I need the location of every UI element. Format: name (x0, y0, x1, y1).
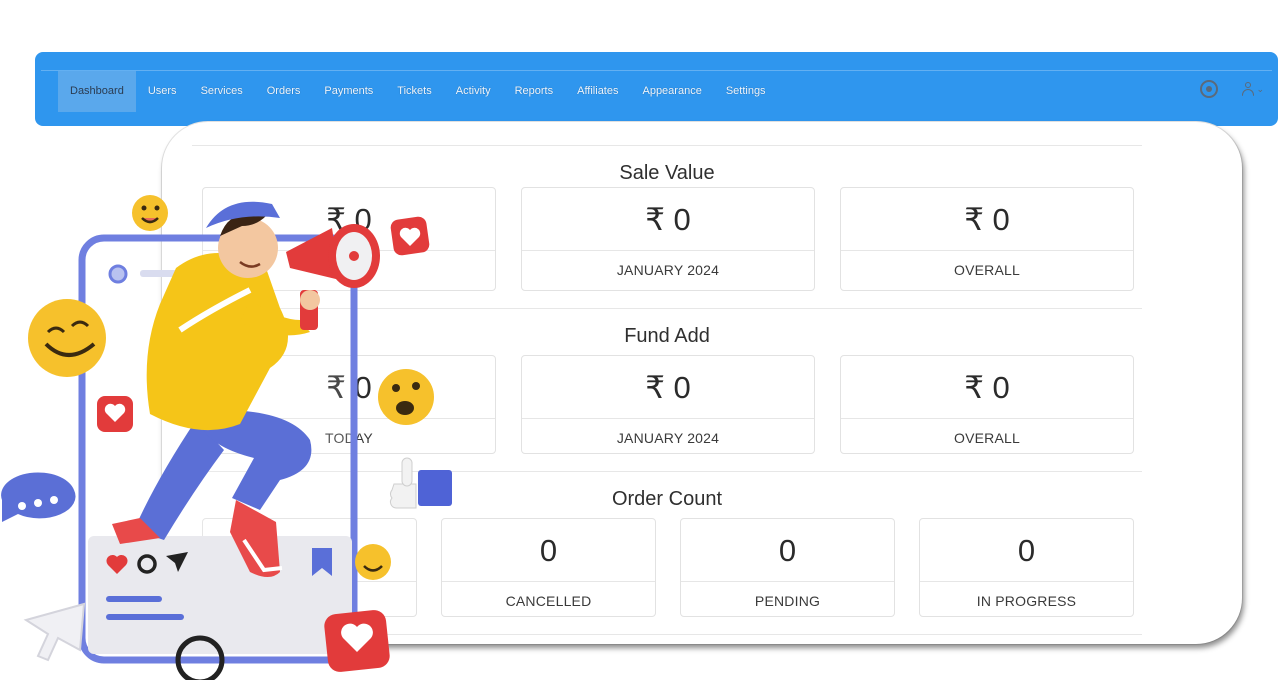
fund-add-title: Fund Add (624, 325, 710, 347)
nav-item-affiliates[interactable]: Affiliates (565, 71, 630, 112)
user-menu-button[interactable]: ⌄ (1242, 82, 1264, 96)
fund-overall-box: ₹ 0 OVERALL (840, 355, 1134, 454)
stat-value: ₹ 0 (964, 202, 1010, 237)
laughing-emoji-icon (28, 299, 106, 377)
orders-cancelled-box: 0 CANCELLED (441, 518, 656, 617)
divider (192, 471, 1142, 472)
nav-item-appearance[interactable]: Appearance (630, 71, 713, 112)
nav-item-orders[interactable]: Orders (255, 71, 313, 112)
nav-item-tickets[interactable]: Tickets (385, 71, 443, 112)
stat-label: TODAY (325, 262, 373, 278)
nav-menu: Dashboard Users Services Orders Payments… (58, 71, 778, 112)
chat-bubble-icon (1, 472, 76, 522)
nav-right-controls: ⌄ (1200, 80, 1264, 98)
orders-completed-box: 0 COMPLETED (202, 518, 417, 617)
stat-label: JANUARY 2024 (616, 430, 720, 446)
nav-item-reports[interactable]: Reports (503, 71, 566, 112)
divider (192, 145, 1142, 146)
stat-value: 0 (778, 533, 797, 568)
sale-today-box: ₹ 0 TODAY (202, 187, 496, 291)
stat-value: 0 (1017, 533, 1036, 568)
stat-label: TODAY (325, 430, 373, 446)
sale-overall-box: ₹ 0 OVERALL (840, 187, 1134, 291)
stat-value: ₹ 0 (645, 370, 691, 405)
divider (192, 634, 1142, 635)
stat-label: IN PROGRESS (976, 593, 1077, 609)
magnifier-icon (175, 635, 225, 680)
stat-label: JANUARY 2024 (616, 262, 720, 278)
user-icon (1242, 82, 1255, 96)
nav-item-services[interactable]: Services (189, 71, 255, 112)
orders-pending-box: 0 PENDING (680, 518, 895, 617)
stat-label: CANCELLED (505, 593, 592, 609)
nav-item-settings[interactable]: Settings (714, 71, 778, 112)
sale-month-box: ₹ 0 JANUARY 2024 (521, 187, 815, 291)
stat-value: ₹ 0 (326, 202, 372, 237)
nav-item-payments[interactable]: Payments (312, 71, 385, 112)
eye-toggle-icon[interactable] (1200, 80, 1219, 98)
fund-month-box: ₹ 0 JANUARY 2024 (521, 355, 815, 454)
stat-value: ₹ 0 (326, 370, 372, 405)
order-count-title: Order Count (611, 488, 723, 510)
nav-item-users[interactable]: Users (136, 71, 189, 112)
stat-label: OVERALL (954, 430, 1020, 446)
orders-in-progress-box: 0 IN PROGRESS (919, 518, 1134, 617)
sale-value-title: Sale Value (619, 162, 715, 184)
stat-label: PENDING (754, 593, 821, 609)
stat-value: 0 (300, 533, 319, 568)
stat-value: ₹ 0 (964, 370, 1010, 405)
stat-label: OVERALL (954, 262, 1020, 278)
dashboard-card: Sale Value ₹ 0 TODAY ₹ 0 JANUARY 2024 ₹ … (162, 122, 1242, 644)
divider (192, 308, 1142, 309)
stat-value: 0 (539, 533, 558, 568)
stat-value: ₹ 0 (645, 202, 691, 237)
chevron-down-icon: ⌄ (1256, 83, 1264, 94)
nav-item-dashboard[interactable]: Dashboard (58, 71, 136, 112)
top-navbar: Dashboard Users Services Orders Payments… (35, 52, 1278, 126)
fund-today-box: ₹ 0 TODAY (202, 355, 496, 454)
stat-label: COMPLETED (265, 593, 354, 609)
cursor-icon (23, 602, 86, 662)
nav-item-activity[interactable]: Activity (444, 71, 503, 112)
heart-badge-icon (97, 396, 133, 432)
